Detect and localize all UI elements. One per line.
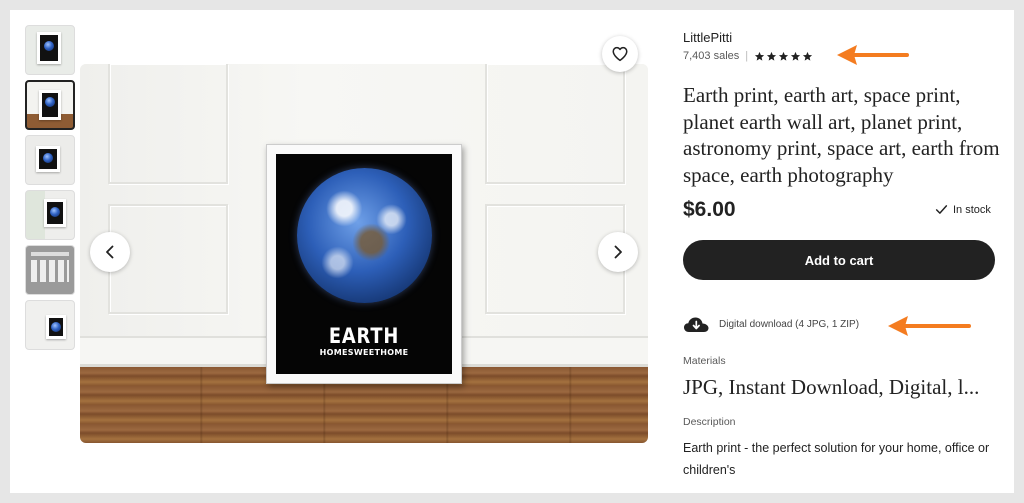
add-to-cart-button[interactable]: Add to cart (683, 240, 995, 280)
heart-icon (612, 46, 628, 62)
star-icon (779, 51, 789, 61)
listing-title: Earth print, earth art, space print, pla… (683, 83, 1000, 187)
poster-subtitle: HOMESWEETHOME (319, 348, 409, 357)
thumbnail-6[interactable] (25, 300, 75, 350)
stock-status: In stock (935, 203, 991, 216)
thumbnail-3[interactable] (25, 135, 75, 185)
thumbnail-1[interactable] (25, 25, 75, 75)
earth-poster: EARTH HOMESWEETHOME (276, 154, 452, 374)
star-icon (767, 51, 777, 61)
annotation-arrow-icon (837, 45, 909, 65)
cloud-download-icon (684, 317, 709, 332)
shop-name-link[interactable]: LittlePitti (683, 30, 732, 45)
description-text: Earth print - the perfect solution for y… (683, 441, 990, 477)
poster-title: EARTH (328, 324, 400, 348)
next-image-button[interactable] (598, 232, 638, 272)
sales-rating-row: 7,403 sales | (683, 50, 813, 62)
listing-page: EARTH HOMESWEETHOME LittlePitti 7,403 sa… (10, 10, 1014, 493)
earth-globe (297, 168, 432, 303)
digital-download-info: Digital download (4 JPG, 1 ZIP) (683, 316, 859, 333)
chevron-right-icon (614, 245, 622, 259)
poster-frame: EARTH HOMESWEETHOME (266, 144, 462, 384)
thumbnail-5[interactable] (25, 245, 75, 295)
separator: | (745, 50, 749, 62)
sales-count: 7,403 sales (683, 50, 740, 62)
description-label: Description (683, 416, 736, 428)
star-icon (755, 51, 765, 61)
favorite-button[interactable] (602, 36, 638, 72)
price: $6.00 (683, 198, 736, 221)
previous-image-button[interactable] (90, 232, 130, 272)
star-icon (803, 51, 813, 61)
download-text: Digital download (4 JPG, 1 ZIP) (719, 319, 860, 330)
materials-label: Materials (683, 355, 726, 367)
checkmark-icon (935, 205, 948, 214)
chevron-left-icon (106, 245, 114, 259)
main-product-image: EARTH HOMESWEETHOME (80, 64, 648, 443)
annotation-arrow-icon (888, 316, 971, 336)
rating-stars[interactable] (754, 51, 813, 62)
materials-value: JPG, Instant Download, Digital, l... (683, 375, 980, 399)
star-icon (791, 51, 801, 61)
thumbnail-2[interactable] (25, 80, 75, 130)
thumbnail-4[interactable] (25, 190, 75, 240)
stock-label: In stock (953, 203, 991, 216)
